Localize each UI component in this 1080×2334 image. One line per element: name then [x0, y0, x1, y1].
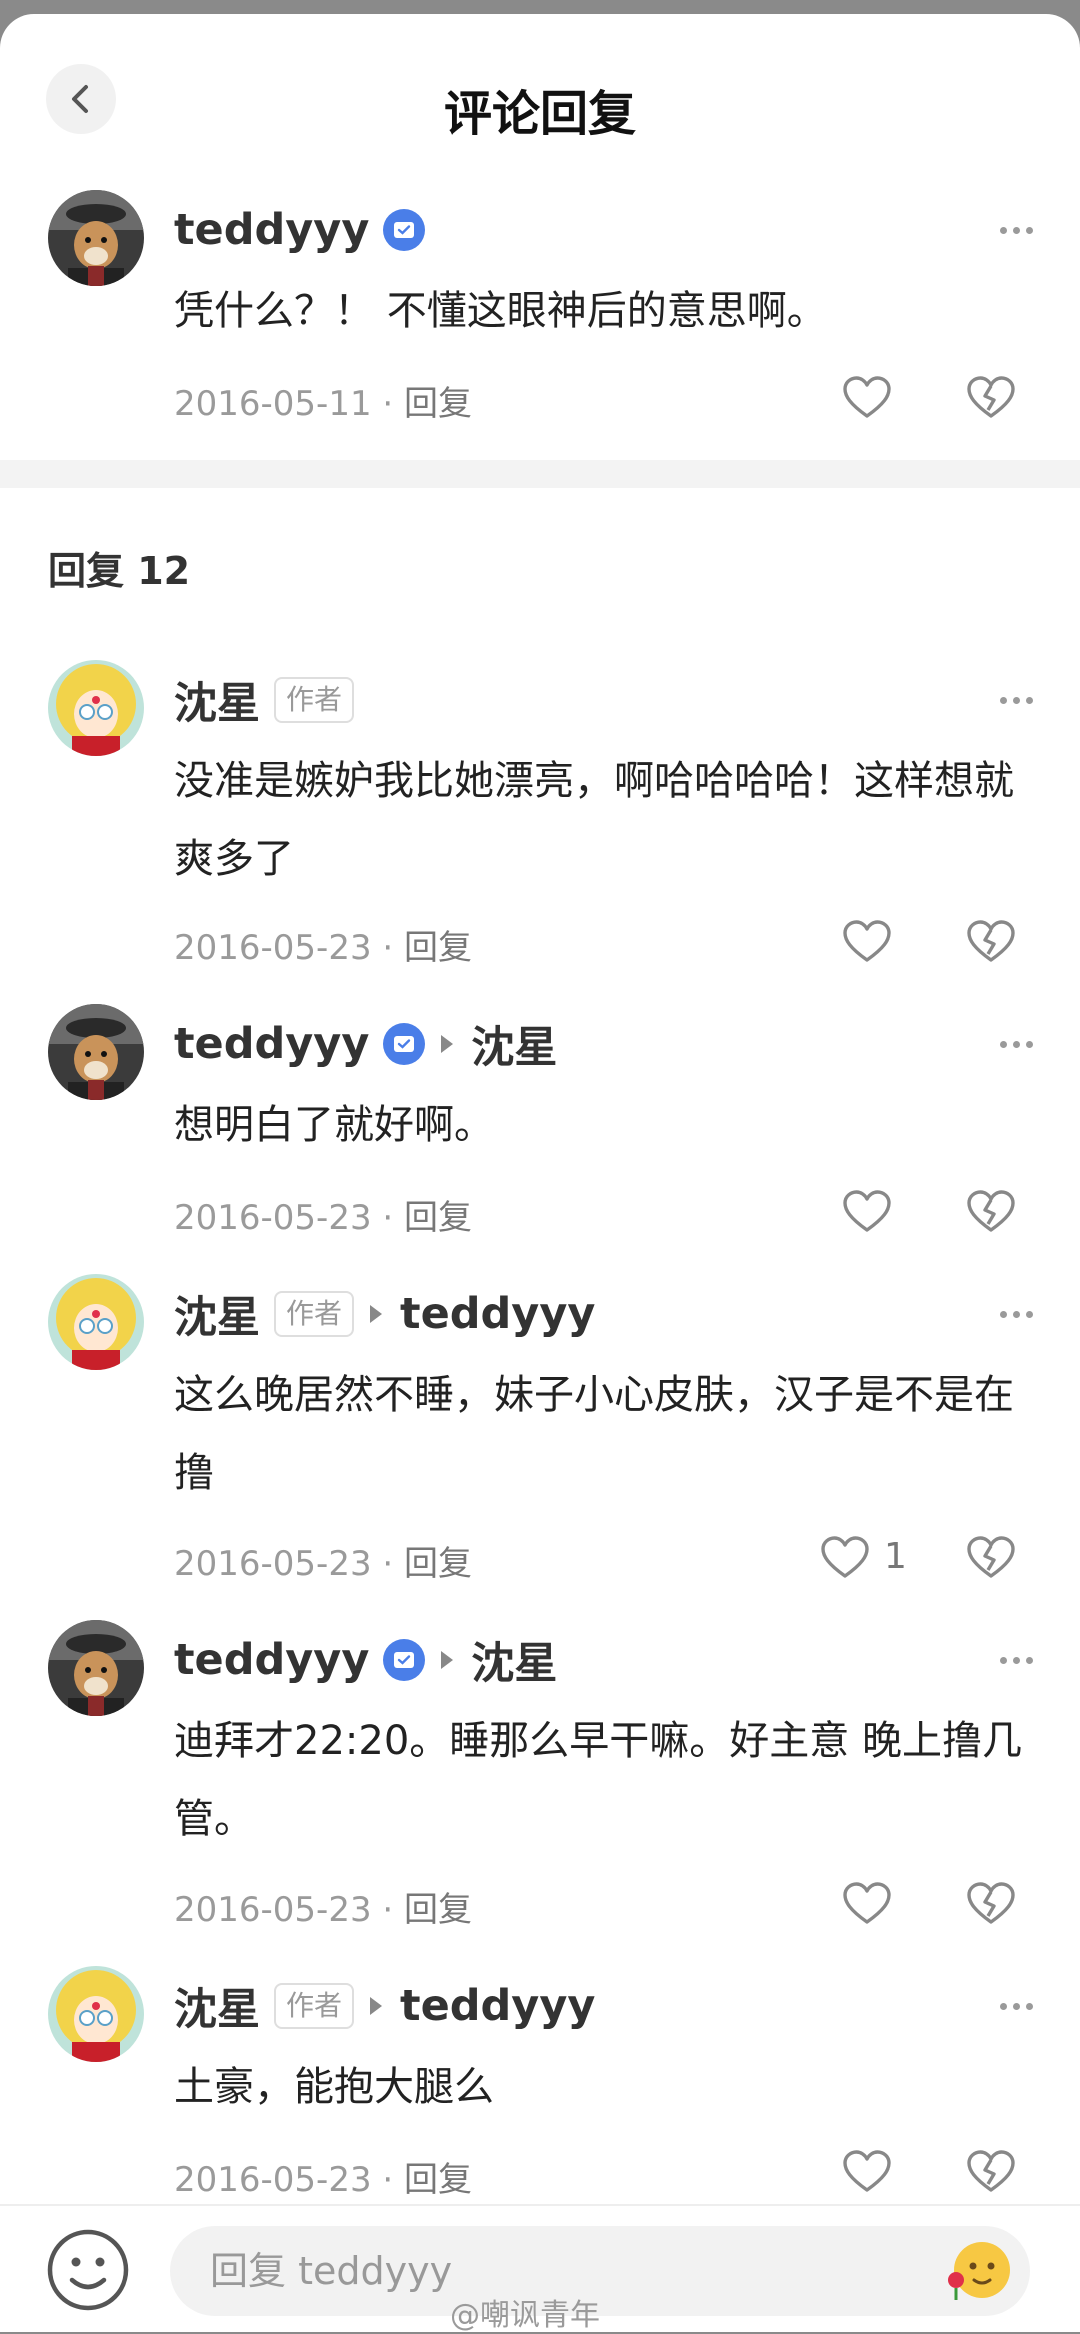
more-options-icon[interactable] — [1000, 1034, 1044, 1054]
like-button[interactable] — [810, 1528, 880, 1588]
comment-reply-sheet: 评论回复 teddyyy 凭什么？！ 不懂这眼神后的意思啊。 2016-05-1… — [0, 14, 1080, 2332]
more-options-icon[interactable] — [1000, 690, 1044, 710]
reply-name-row: 沈星 作者 teddyyy — [174, 1976, 595, 2036]
reply-link[interactable]: 回复 — [404, 1198, 472, 1238]
comment-meta: 2016-05-23 · 回复 — [174, 928, 473, 968]
reply-link[interactable]: 回复 — [404, 928, 472, 968]
comment-text: 这么晚居然不睡，妹子小心皮肤，汉子是不是在撸 — [174, 1372, 1014, 1496]
username[interactable]: 沈星 — [174, 1283, 260, 1345]
avatar-shenxing[interactable] — [48, 660, 144, 756]
comment-date: 2016-05-11 — [174, 384, 372, 424]
reply-link[interactable]: 回复 — [404, 384, 472, 424]
verified-badge-icon — [383, 209, 426, 251]
avatar-teddyyy[interactable] — [48, 1620, 144, 1716]
comment-meta: 2016-05-23 · 回复 — [174, 2160, 473, 2200]
reply-target-name[interactable]: 沈星 — [471, 1629, 557, 1691]
avatar-teddyyy[interactable] — [48, 190, 144, 286]
comment-date: 2016-05-23 — [174, 1544, 372, 1584]
heart-icon — [843, 2150, 891, 2192]
reply-name-row: teddyyy 沈星 — [174, 1014, 557, 1074]
page-title: 评论回复 — [443, 86, 636, 142]
replies-count-heading: 回复 12 — [48, 549, 191, 593]
comment-meta: 2016-05-23 · 回复 — [174, 1890, 473, 1930]
comment-text: 土豪，能抱大腿么 — [174, 2064, 494, 2110]
reply-target-name[interactable]: teddyyy — [400, 1981, 595, 2031]
username[interactable]: teddyyy — [174, 205, 369, 255]
author-badge: 作者 — [274, 1983, 355, 2029]
sticker-emoji-icon[interactable] — [944, 2234, 1014, 2304]
reply-to-arrow-icon — [370, 1305, 383, 1323]
section-divider — [0, 460, 1080, 488]
reply-link[interactable]: 回复 — [404, 1544, 472, 1584]
comment-text: 迪拜才22:20。睡那么早干嘛。好主意 晚上撸几管。 — [174, 1718, 1022, 1842]
header: 评论回复 — [0, 14, 1080, 190]
reply-input[interactable] — [170, 2226, 1030, 2316]
like-button[interactable] — [832, 2142, 902, 2202]
emoji-face-icon[interactable] — [46, 2228, 130, 2312]
avatar-shenxing[interactable] — [48, 1274, 144, 1370]
comment-meta: 2016-05-11 · 回复 — [174, 384, 473, 424]
comment-date: 2016-05-23 — [174, 1890, 372, 1930]
comment-date: 2016-05-23 — [174, 1198, 372, 1238]
verified-badge-icon — [383, 1639, 426, 1681]
watermark: @嘲讽青年 — [450, 2298, 600, 2333]
heart-icon — [843, 1190, 891, 1232]
dislike-button[interactable] — [956, 1182, 1026, 1242]
like-button[interactable] — [832, 368, 902, 428]
author-badge: 作者 — [274, 1291, 355, 1337]
username[interactable]: 沈星 — [174, 1975, 260, 2037]
username[interactable]: teddyyy — [174, 1635, 369, 1685]
reply-name-row: 沈星 作者 teddyyy — [174, 1284, 595, 1344]
reply-name-row: 沈星 作者 — [174, 669, 355, 731]
broken-heart-icon — [967, 920, 1015, 962]
dislike-button[interactable] — [956, 912, 1026, 972]
avatar-teddyyy[interactable] — [48, 1004, 144, 1100]
heart-icon — [843, 920, 891, 962]
broken-heart-icon — [967, 1882, 1015, 1924]
reply-link[interactable]: 回复 — [404, 1890, 472, 1930]
more-options-icon[interactable] — [1000, 220, 1044, 240]
comment-meta: 2016-05-23 · 回复 — [174, 1198, 473, 1238]
broken-heart-icon — [967, 2150, 1015, 2192]
reply-name-row: teddyyy 沈星 — [174, 1630, 557, 1690]
dislike-button[interactable] — [956, 1528, 1026, 1588]
dislike-button[interactable] — [956, 368, 1026, 428]
like-count: 1 — [884, 1536, 907, 1577]
reply-to-arrow-icon — [441, 1651, 454, 1669]
like-button[interactable] — [832, 1182, 902, 1242]
heart-icon — [843, 376, 891, 418]
more-options-icon[interactable] — [1000, 1304, 1044, 1324]
reply-link[interactable]: 回复 — [404, 2160, 472, 2200]
dislike-button[interactable] — [956, 2142, 1026, 2202]
comment-text: 想明白了就好啊。 — [174, 1102, 494, 1148]
main-comment-name-row: teddyyy — [174, 200, 426, 260]
username[interactable]: 沈星 — [174, 669, 260, 731]
heart-icon — [843, 1882, 891, 1924]
broken-heart-icon — [967, 1536, 1015, 1578]
broken-heart-icon — [967, 376, 1015, 418]
comment-date: 2016-05-23 — [174, 2160, 372, 2200]
more-options-icon[interactable] — [1000, 1996, 1044, 2016]
reply-target-name[interactable]: teddyyy — [400, 1289, 595, 1339]
comment-meta: 2016-05-23 · 回复 — [174, 1544, 473, 1584]
reply-to-arrow-icon — [441, 1035, 454, 1053]
like-button[interactable] — [832, 912, 902, 972]
verified-badge-icon — [383, 1023, 426, 1065]
username[interactable]: teddyyy — [174, 1019, 369, 1069]
reply-to-arrow-icon — [370, 1997, 383, 2015]
more-options-icon[interactable] — [1000, 1650, 1044, 1670]
broken-heart-icon — [967, 1190, 1015, 1232]
avatar-shenxing[interactable] — [48, 1966, 144, 2062]
dislike-button[interactable] — [956, 1874, 1026, 1934]
comment-text: 凭什么？！ 不懂这眼神后的意思啊。 — [174, 288, 827, 334]
comment-date: 2016-05-23 — [174, 928, 372, 968]
like-button[interactable] — [832, 1874, 902, 1934]
author-badge: 作者 — [274, 677, 355, 723]
reply-target-name[interactable]: 沈星 — [471, 1013, 557, 1075]
comment-text: 没准是嫉妒我比她漂亮，啊哈哈哈哈！这样想就爽多了 — [174, 758, 1014, 882]
heart-icon — [821, 1536, 869, 1578]
